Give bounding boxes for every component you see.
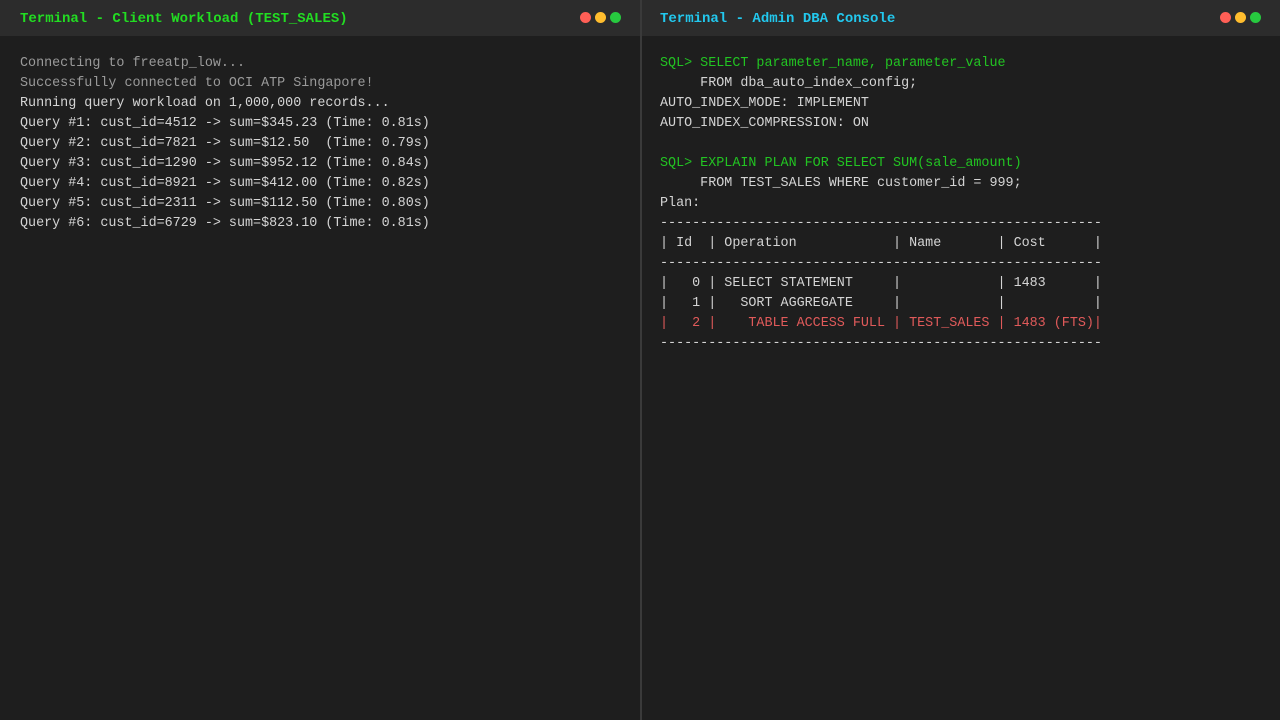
client-output-line: Connecting to freeatp_low... — [20, 56, 245, 71]
client-terminal-pane[interactable]: Terminal - Client Workload (TEST_SALES) … — [0, 0, 642, 720]
client-output-line: Query #6: cust_id=6729 -> sum=$823.10 (T… — [20, 216, 430, 231]
dba-console-output[interactable]: SQL> SELECT parameter_name, parameter_va… — [660, 54, 1280, 354]
dba-console-pane[interactable]: Terminal - Admin DBA Console SQL> SELECT… — [642, 0, 1280, 720]
client-output-line: Running query workload on 1,000,000 reco… — [20, 96, 390, 111]
maximize-dot-icon[interactable] — [610, 12, 621, 23]
client-output-line: Query #5: cust_id=2311 -> sum=$112.50 (T… — [20, 196, 430, 211]
close-dot-icon[interactable] — [1220, 12, 1231, 23]
dba-output-line: FROM dba_auto_index_config; — [660, 76, 918, 91]
dba-output-line: ----------------------------------------… — [660, 216, 1102, 231]
dba-output-line: Plan: — [660, 196, 701, 211]
dba-output-line: | 0 | SELECT STATEMENT | | 1483 | — [660, 276, 1102, 291]
maximize-dot-icon[interactable] — [1250, 12, 1261, 23]
client-output-line: Query #4: cust_id=8921 -> sum=$412.00 (T… — [20, 176, 430, 191]
app-window: Terminal - Client Workload (TEST_SALES) … — [0, 0, 1280, 720]
window-controls — [1220, 12, 1261, 23]
client-output-line: Query #1: cust_id=4512 -> sum=$345.23 (T… — [20, 116, 430, 131]
dba-output-line: | Id | Operation | Name | Cost | — [660, 236, 1102, 251]
dba-output-line: AUTO_INDEX_MODE: IMPLEMENT — [660, 96, 869, 111]
dba-console-title: Terminal - Admin DBA Console — [660, 11, 896, 27]
dba-output-line: SQL> EXPLAIN PLAN FOR SELECT SUM(sale_am… — [660, 156, 1022, 171]
dba-console-titlebar[interactable]: Terminal - Admin DBA Console — [642, 0, 1280, 36]
dba-output-line: AUTO_INDEX_COMPRESSION: ON — [660, 116, 869, 131]
client-output-line: Query #3: cust_id=1290 -> sum=$952.12 (T… — [20, 156, 430, 171]
close-dot-icon[interactable] — [580, 12, 591, 23]
window-controls — [580, 12, 621, 23]
dba-output-line: ----------------------------------------… — [660, 256, 1102, 271]
dba-output-line: SQL> SELECT parameter_name, parameter_va… — [660, 56, 1006, 71]
dba-output-line — [660, 134, 1280, 154]
client-output-line: Query #2: cust_id=7821 -> sum=$12.50 (Ti… — [20, 136, 430, 151]
dba-output-line: FROM TEST_SALES WHERE customer_id = 999; — [660, 176, 1022, 191]
client-terminal-output[interactable]: Connecting to freeatp_low... Successfully… — [20, 54, 640, 234]
client-terminal-titlebar[interactable]: Terminal - Client Workload (TEST_SALES) — [0, 0, 640, 36]
dba-output-line: ----------------------------------------… — [660, 336, 1102, 351]
client-terminal-title: Terminal - Client Workload (TEST_SALES) — [20, 11, 348, 27]
minimize-dot-icon[interactable] — [595, 12, 606, 23]
client-output-line: Successfully connected to OCI ATP Singap… — [20, 76, 374, 91]
minimize-dot-icon[interactable] — [1235, 12, 1246, 23]
dba-output-line: | 2 | TABLE ACCESS FULL | TEST_SALES | 1… — [660, 316, 1102, 331]
dba-output-line: | 1 | SORT AGGREGATE | | | — [660, 296, 1102, 311]
